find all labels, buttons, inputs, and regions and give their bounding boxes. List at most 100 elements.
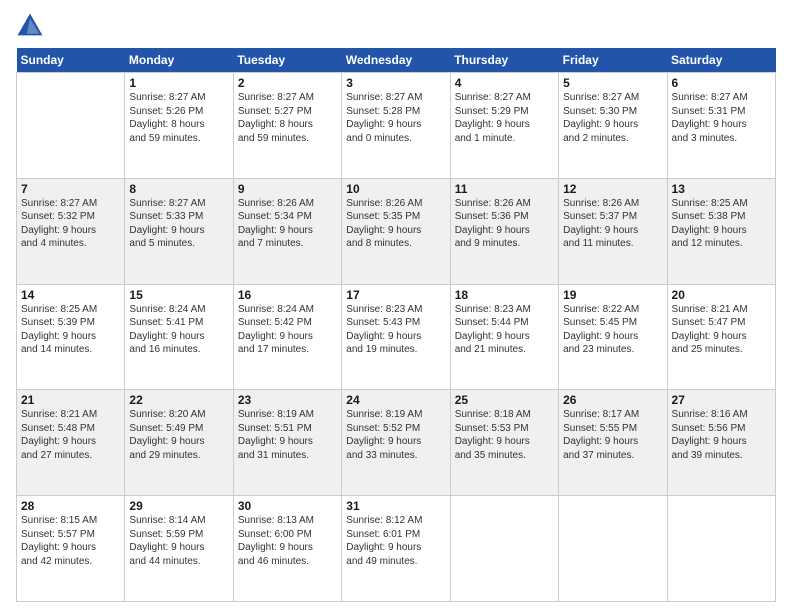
day-detail: Sunrise: 8:15 AM Sunset: 5:57 PM Dayligh… — [21, 514, 120, 568]
day-detail: Sunrise: 8:21 AM Sunset: 5:48 PM Dayligh… — [21, 408, 120, 462]
day-number: 24 — [346, 393, 445, 407]
day-number: 10 — [346, 182, 445, 196]
day-number: 29 — [129, 499, 228, 513]
header-row: SundayMondayTuesdayWednesdayThursdayFrid… — [17, 48, 776, 73]
day-detail: Sunrise: 8:27 AM Sunset: 5:32 PM Dayligh… — [21, 197, 120, 251]
day-number: 11 — [455, 182, 554, 196]
day-cell: 27Sunrise: 8:16 AM Sunset: 5:56 PM Dayli… — [667, 390, 775, 496]
day-number: 3 — [346, 76, 445, 90]
day-detail: Sunrise: 8:16 AM Sunset: 5:56 PM Dayligh… — [672, 408, 771, 462]
day-detail: Sunrise: 8:22 AM Sunset: 5:45 PM Dayligh… — [563, 303, 662, 357]
day-detail: Sunrise: 8:13 AM Sunset: 6:00 PM Dayligh… — [238, 514, 337, 568]
day-detail: Sunrise: 8:19 AM Sunset: 5:51 PM Dayligh… — [238, 408, 337, 462]
day-detail: Sunrise: 8:27 AM Sunset: 5:30 PM Dayligh… — [563, 91, 662, 145]
page: SundayMondayTuesdayWednesdayThursdayFrid… — [0, 0, 792, 612]
day-detail: Sunrise: 8:19 AM Sunset: 5:52 PM Dayligh… — [346, 408, 445, 462]
day-detail: Sunrise: 8:23 AM Sunset: 5:43 PM Dayligh… — [346, 303, 445, 357]
day-cell — [450, 496, 558, 602]
day-detail: Sunrise: 8:24 AM Sunset: 5:41 PM Dayligh… — [129, 303, 228, 357]
day-detail: Sunrise: 8:26 AM Sunset: 5:37 PM Dayligh… — [563, 197, 662, 251]
day-cell: 15Sunrise: 8:24 AM Sunset: 5:41 PM Dayli… — [125, 284, 233, 390]
day-cell: 7Sunrise: 8:27 AM Sunset: 5:32 PM Daylig… — [17, 178, 125, 284]
day-number: 12 — [563, 182, 662, 196]
day-number: 14 — [21, 288, 120, 302]
header-cell-saturday: Saturday — [667, 48, 775, 73]
logo-icon — [16, 12, 44, 40]
day-detail: Sunrise: 8:18 AM Sunset: 5:53 PM Dayligh… — [455, 408, 554, 462]
day-number: 20 — [672, 288, 771, 302]
day-number: 5 — [563, 76, 662, 90]
day-cell: 13Sunrise: 8:25 AM Sunset: 5:38 PM Dayli… — [667, 178, 775, 284]
week-row-1: 1Sunrise: 8:27 AM Sunset: 5:26 PM Daylig… — [17, 73, 776, 179]
day-cell: 18Sunrise: 8:23 AM Sunset: 5:44 PM Dayli… — [450, 284, 558, 390]
header-cell-tuesday: Tuesday — [233, 48, 341, 73]
day-cell: 26Sunrise: 8:17 AM Sunset: 5:55 PM Dayli… — [559, 390, 667, 496]
logo — [16, 12, 48, 40]
day-cell: 30Sunrise: 8:13 AM Sunset: 6:00 PM Dayli… — [233, 496, 341, 602]
day-cell: 12Sunrise: 8:26 AM Sunset: 5:37 PM Dayli… — [559, 178, 667, 284]
day-number: 25 — [455, 393, 554, 407]
day-number: 7 — [21, 182, 120, 196]
day-detail: Sunrise: 8:25 AM Sunset: 5:38 PM Dayligh… — [672, 197, 771, 251]
day-cell: 24Sunrise: 8:19 AM Sunset: 5:52 PM Dayli… — [342, 390, 450, 496]
day-detail: Sunrise: 8:12 AM Sunset: 6:01 PM Dayligh… — [346, 514, 445, 568]
day-cell: 25Sunrise: 8:18 AM Sunset: 5:53 PM Dayli… — [450, 390, 558, 496]
header-cell-monday: Monday — [125, 48, 233, 73]
header-cell-thursday: Thursday — [450, 48, 558, 73]
day-cell — [559, 496, 667, 602]
day-detail: Sunrise: 8:27 AM Sunset: 5:33 PM Dayligh… — [129, 197, 228, 251]
day-detail: Sunrise: 8:25 AM Sunset: 5:39 PM Dayligh… — [21, 303, 120, 357]
day-number: 19 — [563, 288, 662, 302]
day-number: 26 — [563, 393, 662, 407]
day-number: 27 — [672, 393, 771, 407]
header-cell-friday: Friday — [559, 48, 667, 73]
week-row-4: 21Sunrise: 8:21 AM Sunset: 5:48 PM Dayli… — [17, 390, 776, 496]
day-number: 18 — [455, 288, 554, 302]
header-cell-sunday: Sunday — [17, 48, 125, 73]
day-cell: 31Sunrise: 8:12 AM Sunset: 6:01 PM Dayli… — [342, 496, 450, 602]
day-detail: Sunrise: 8:27 AM Sunset: 5:31 PM Dayligh… — [672, 91, 771, 145]
day-detail: Sunrise: 8:23 AM Sunset: 5:44 PM Dayligh… — [455, 303, 554, 357]
day-cell: 28Sunrise: 8:15 AM Sunset: 5:57 PM Dayli… — [17, 496, 125, 602]
day-number: 21 — [21, 393, 120, 407]
day-cell: 2Sunrise: 8:27 AM Sunset: 5:27 PM Daylig… — [233, 73, 341, 179]
day-cell — [17, 73, 125, 179]
day-cell: 17Sunrise: 8:23 AM Sunset: 5:43 PM Dayli… — [342, 284, 450, 390]
day-cell: 20Sunrise: 8:21 AM Sunset: 5:47 PM Dayli… — [667, 284, 775, 390]
day-cell: 9Sunrise: 8:26 AM Sunset: 5:34 PM Daylig… — [233, 178, 341, 284]
day-number: 13 — [672, 182, 771, 196]
day-detail: Sunrise: 8:21 AM Sunset: 5:47 PM Dayligh… — [672, 303, 771, 357]
day-cell: 21Sunrise: 8:21 AM Sunset: 5:48 PM Dayli… — [17, 390, 125, 496]
day-detail: Sunrise: 8:26 AM Sunset: 5:36 PM Dayligh… — [455, 197, 554, 251]
day-detail: Sunrise: 8:24 AM Sunset: 5:42 PM Dayligh… — [238, 303, 337, 357]
day-number: 22 — [129, 393, 228, 407]
day-cell: 8Sunrise: 8:27 AM Sunset: 5:33 PM Daylig… — [125, 178, 233, 284]
day-detail: Sunrise: 8:26 AM Sunset: 5:35 PM Dayligh… — [346, 197, 445, 251]
day-number: 28 — [21, 499, 120, 513]
day-cell: 5Sunrise: 8:27 AM Sunset: 5:30 PM Daylig… — [559, 73, 667, 179]
week-row-5: 28Sunrise: 8:15 AM Sunset: 5:57 PM Dayli… — [17, 496, 776, 602]
day-detail: Sunrise: 8:26 AM Sunset: 5:34 PM Dayligh… — [238, 197, 337, 251]
day-cell: 10Sunrise: 8:26 AM Sunset: 5:35 PM Dayli… — [342, 178, 450, 284]
day-number: 30 — [238, 499, 337, 513]
day-cell — [667, 496, 775, 602]
day-cell: 22Sunrise: 8:20 AM Sunset: 5:49 PM Dayli… — [125, 390, 233, 496]
day-cell: 29Sunrise: 8:14 AM Sunset: 5:59 PM Dayli… — [125, 496, 233, 602]
header-cell-wednesday: Wednesday — [342, 48, 450, 73]
header — [16, 12, 776, 40]
day-number: 1 — [129, 76, 228, 90]
day-number: 16 — [238, 288, 337, 302]
day-detail: Sunrise: 8:27 AM Sunset: 5:28 PM Dayligh… — [346, 91, 445, 145]
day-cell: 3Sunrise: 8:27 AM Sunset: 5:28 PM Daylig… — [342, 73, 450, 179]
day-detail: Sunrise: 8:27 AM Sunset: 5:29 PM Dayligh… — [455, 91, 554, 145]
day-number: 23 — [238, 393, 337, 407]
day-cell: 1Sunrise: 8:27 AM Sunset: 5:26 PM Daylig… — [125, 73, 233, 179]
day-number: 4 — [455, 76, 554, 90]
calendar-table: SundayMondayTuesdayWednesdayThursdayFrid… — [16, 48, 776, 602]
day-number: 31 — [346, 499, 445, 513]
day-number: 9 — [238, 182, 337, 196]
day-cell: 19Sunrise: 8:22 AM Sunset: 5:45 PM Dayli… — [559, 284, 667, 390]
day-detail: Sunrise: 8:27 AM Sunset: 5:27 PM Dayligh… — [238, 91, 337, 145]
day-cell: 23Sunrise: 8:19 AM Sunset: 5:51 PM Dayli… — [233, 390, 341, 496]
day-number: 15 — [129, 288, 228, 302]
